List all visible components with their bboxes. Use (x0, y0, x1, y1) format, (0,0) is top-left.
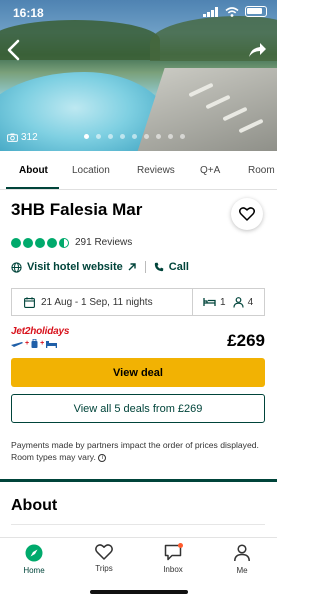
jet2holidays-logo: Jet2holidays + + (11, 326, 81, 354)
nav-me-label: Me (236, 566, 248, 575)
hotel-name: 3HB Falesia Mar (11, 200, 143, 219)
rating-bubble (59, 237, 69, 248)
guests-icon (232, 296, 244, 308)
tab-location[interactable]: Location (72, 165, 110, 176)
link-separator (144, 261, 146, 273)
carousel-dot[interactable] (96, 134, 101, 139)
battery-icon (245, 6, 267, 17)
luggage-icon (31, 339, 38, 348)
tab-room-types[interactable]: Room T (248, 165, 277, 176)
carousel-dot[interactable] (120, 134, 125, 139)
heart-icon (239, 207, 255, 221)
carousel-dot[interactable] (84, 134, 89, 139)
nav-trips[interactable]: Trips (79, 544, 129, 573)
back-arrow-icon[interactable] (4, 38, 24, 62)
status-icons (203, 6, 267, 17)
phone-icon (154, 262, 163, 272)
rooms-guests-selector[interactable]: 1 4 (193, 297, 253, 308)
calendar-icon (24, 296, 35, 308)
nav-home-label: Home (23, 566, 45, 575)
rating-bubble (35, 237, 45, 248)
photo-count[interactable]: 312 (7, 132, 38, 143)
external-link-icon (128, 262, 136, 270)
hero-hill (0, 20, 160, 60)
section-divider (0, 479, 277, 482)
rating-bubble (47, 237, 57, 248)
carousel-dots (84, 134, 185, 139)
tab-about[interactable]: About (19, 165, 48, 176)
view-deal-button[interactable]: View deal (11, 358, 265, 387)
tab-reviews[interactable]: Reviews (137, 165, 175, 176)
notification-badge (178, 543, 183, 548)
home-indicator (90, 590, 188, 594)
carousel-dot[interactable] (168, 134, 173, 139)
section-tabs: About Location Reviews Q+A Room T (0, 151, 277, 190)
nav-me[interactable]: Me (217, 544, 267, 575)
provider-name: Jet2holidays (11, 326, 70, 337)
signal-icon (203, 6, 218, 17)
price-disclaimer: Payments made by partners impact the ord… (11, 439, 267, 463)
active-tab-indicator (6, 187, 59, 189)
carousel-dot[interactable] (108, 134, 113, 139)
rating-bubble (11, 237, 21, 248)
carousel-dot[interactable] (180, 134, 185, 139)
nav-trips-label: Trips (95, 564, 113, 573)
save-favorite-button[interactable] (231, 198, 263, 230)
nav-home[interactable]: Home (9, 544, 59, 575)
globe-icon (11, 261, 22, 273)
status-time: 16:18 (13, 6, 44, 20)
contact-links: Visit hotel website Call (11, 261, 189, 273)
deal-price: £269 (227, 331, 265, 350)
nav-inbox-label: Inbox (163, 565, 183, 574)
plane-icon (11, 341, 23, 347)
plus-symbol: + (40, 340, 45, 347)
plus-symbol: + (25, 340, 30, 347)
rating-bubble (23, 237, 33, 248)
package-icons: + + (11, 339, 81, 348)
about-heading: About (11, 497, 58, 514)
share-icon[interactable] (247, 40, 267, 60)
rating-bubbles (11, 237, 69, 248)
selected-dates: 21 Aug - 1 Sep, 11 nights (41, 296, 153, 308)
review-count[interactable]: 291 Reviews (75, 237, 132, 248)
tab-qa[interactable]: Q+A (200, 165, 220, 176)
about-separator (11, 524, 265, 525)
heart-icon (95, 544, 113, 560)
view-all-deals-button[interactable]: View all 5 deals from £269 (11, 394, 265, 423)
carousel-dot[interactable] (144, 134, 149, 139)
dates-guests-selector[interactable]: 21 Aug - 1 Sep, 11 nights 1 4 (11, 288, 265, 316)
hotel-photo-carousel[interactable]: 16:18 312 (0, 0, 277, 151)
carousel-dot[interactable] (132, 134, 137, 139)
photo-count-label: 312 (21, 132, 38, 143)
call-link[interactable]: Call (169, 261, 189, 273)
camera-icon (7, 133, 18, 142)
dates-selector[interactable]: 21 Aug - 1 Sep, 11 nights (12, 289, 193, 315)
rooms-count: 1 (220, 296, 226, 308)
nav-inbox[interactable]: Inbox (148, 543, 198, 574)
visit-website-link[interactable]: Visit hotel website (27, 261, 123, 273)
person-icon (234, 544, 250, 562)
disclaimer-text: Payments made by partners impact the ord… (11, 440, 259, 462)
wifi-icon (225, 6, 239, 17)
compass-icon (25, 544, 43, 562)
bed-icon (203, 298, 216, 306)
rating-summary[interactable]: 291 Reviews (11, 237, 132, 248)
status-bar: 16:18 (0, 0, 277, 24)
carousel-dot[interactable] (156, 134, 161, 139)
info-icon[interactable]: i (98, 453, 107, 462)
guests-count: 4 (247, 296, 254, 308)
hotel-bed-icon (46, 340, 58, 348)
